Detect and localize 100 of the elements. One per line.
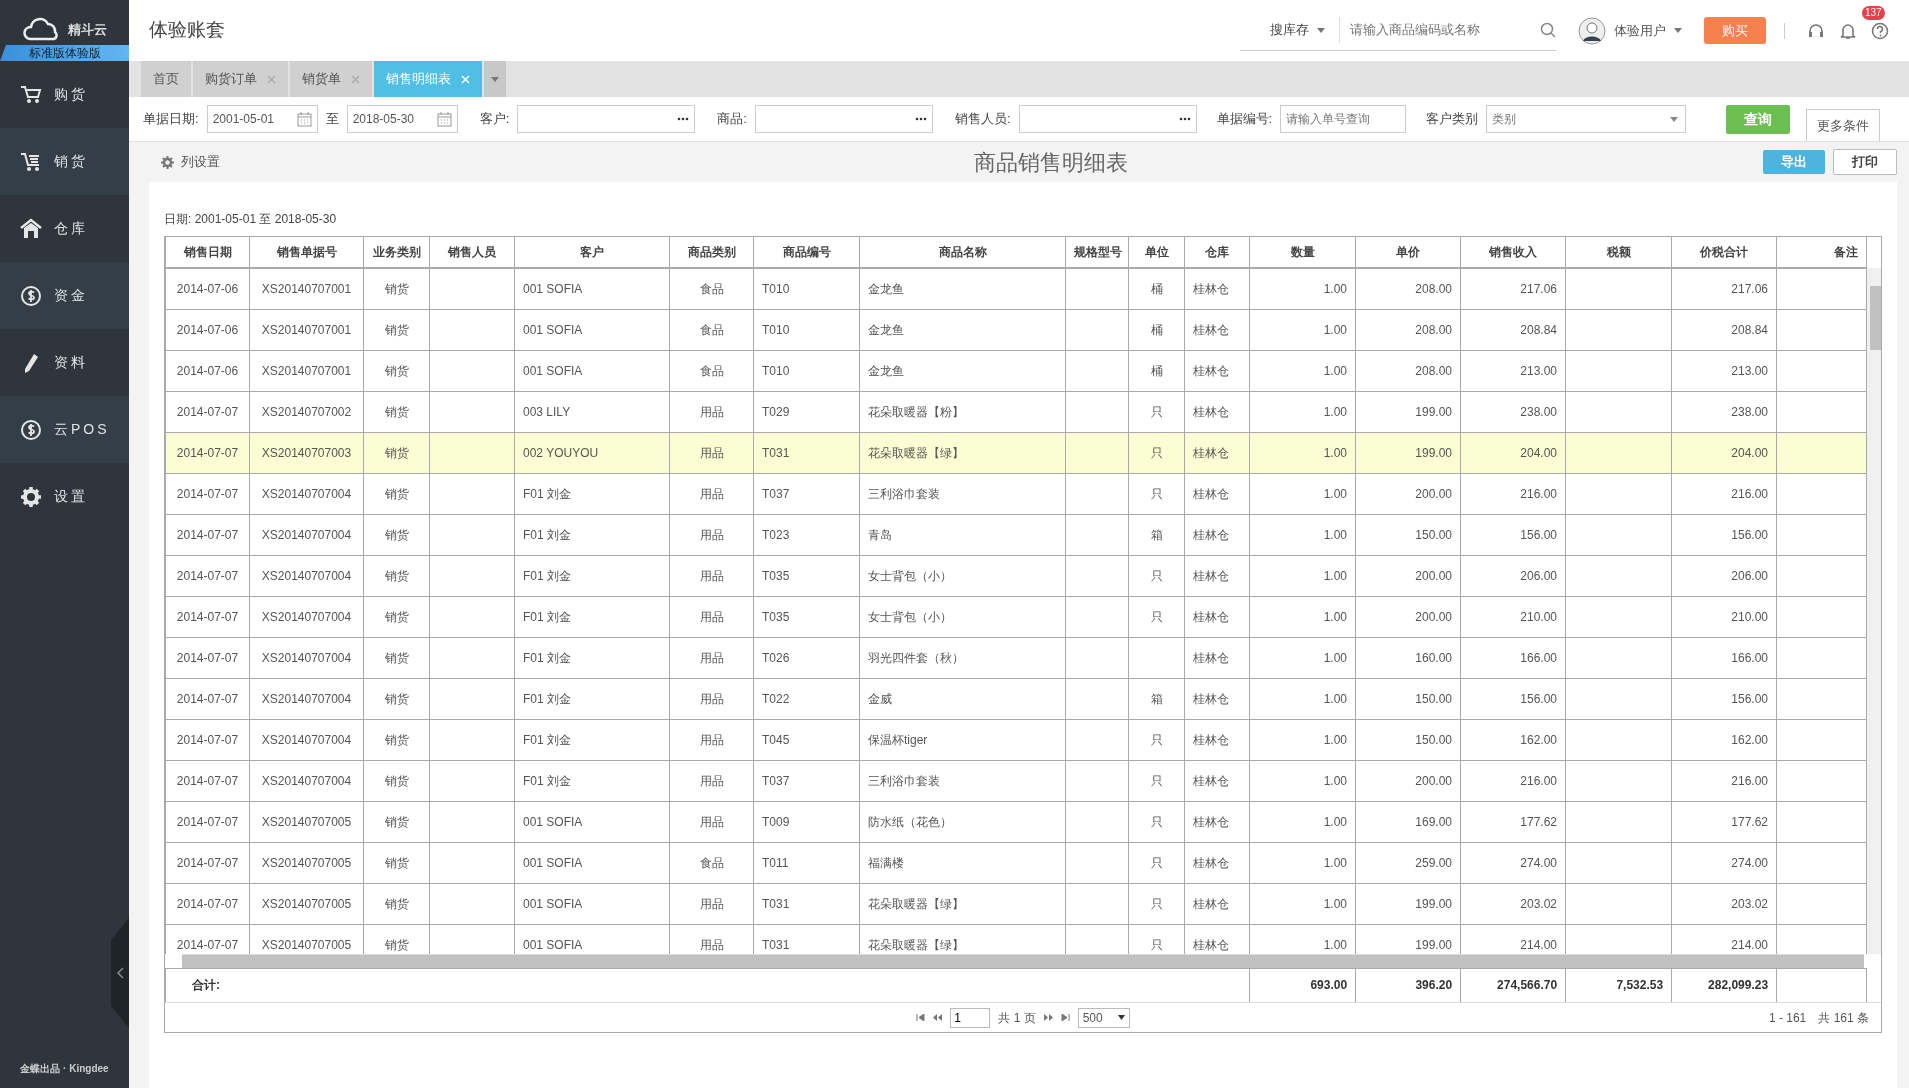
sidebar-item[interactable]: 销货 (0, 128, 129, 195)
table-cell: 156.00 (1460, 678, 1566, 719)
column-header[interactable]: 商品编号 (753, 237, 860, 267)
column-header[interactable]: 业务类别 (363, 237, 430, 267)
table-row[interactable]: 2014-07-07 XS20140707004 销货 F01 刘金 用品 T037 三利浴巾套装 只 桂林仓 1.00 200.00 216.00 216.00 (165, 473, 1867, 514)
column-settings-link[interactable]: 列设置 (161, 152, 220, 172)
table-cell: 用品 (669, 883, 754, 924)
table-cell: 1.00 (1249, 678, 1356, 719)
table-cell: 桂林仓 (1184, 637, 1250, 678)
table-cell: 女士背包（小） (859, 555, 1066, 596)
sidebar-item[interactable]: 仓库 (0, 195, 129, 262)
more-icon[interactable] (914, 117, 927, 121)
sidebar-item[interactable]: 资料 (0, 329, 129, 396)
column-header[interactable]: 仓库 (1184, 237, 1250, 267)
table-row[interactable]: 2014-07-07 XS20140707004 销货 F01 刘金 用品 T045 保温杯tiger 只 桂林仓 1.00 150.00 162.00 162.00 (165, 719, 1867, 760)
column-header[interactable]: 销售人员 (429, 237, 515, 267)
print-button[interactable]: 打印 (1833, 149, 1897, 175)
category-select[interactable]: 类别 (1486, 105, 1687, 133)
horizontal-scrollbar[interactable] (182, 953, 1864, 968)
table-cell: 三利浴巾套装 (859, 473, 1066, 514)
column-header[interactable]: 税额 (1565, 237, 1672, 267)
table-cell: XS20140707005 (249, 801, 364, 842)
total-cell: 693.00 (1249, 968, 1356, 1002)
table-cell: T010 (753, 350, 860, 391)
column-header[interactable]: 商品名称 (859, 237, 1066, 267)
bell-icon[interactable] (1839, 21, 1857, 40)
table-row[interactable]: 2014-07-07 XS20140707004 销货 F01 刘金 用品 T026 羽光四件套（秋） 桂林仓 1.00 160.00 166.00 166.00 (165, 637, 1867, 678)
more-conditions-tab[interactable]: 更多条件 (1806, 108, 1881, 141)
sidebar-item[interactable]: 资金 (0, 262, 129, 329)
table-cell: 只 (1128, 842, 1185, 883)
column-header[interactable]: 销售单据号 (249, 237, 364, 267)
table-cell: F01 刘金 (514, 678, 670, 719)
picker-field[interactable] (517, 105, 696, 133)
column-header[interactable]: 数量 (1249, 237, 1356, 267)
sidebar-item[interactable]: 购货 (0, 61, 129, 128)
date-field[interactable]: 2018-05-30 (346, 105, 458, 133)
table-row[interactable]: 2014-07-06 XS20140707001 销货 001 SOFIA 食品 T010 金龙鱼 桶 桂林仓 1.00 208.00 213.00 213.00 (165, 350, 1867, 391)
date-field[interactable]: 2001-05-01 (206, 105, 318, 133)
column-header[interactable]: 销售收入 (1460, 237, 1566, 267)
table-cell: 只 (1128, 432, 1185, 473)
table-cell: 销货 (363, 719, 430, 760)
table-row[interactable]: 2014-07-07 XS20140707005 销货 001 SOFIA 用品 T031 花朵取暖器【绿】 只 桂林仓 1.00 199.00 203.02 203.02 (165, 883, 1867, 924)
table-row[interactable]: 2014-07-07 XS20140707004 销货 F01 刘金 用品 T035 女士背包（小） 只 桂林仓 1.00 200.00 210.00 210.00 (165, 596, 1867, 637)
table-cell: 食品 (669, 309, 754, 350)
tab[interactable]: 购货订单 (193, 61, 288, 97)
column-header[interactable]: 备注 (1776, 237, 1867, 267)
page-count: 共 1 页 (998, 1009, 1036, 1027)
more-icon[interactable] (677, 117, 690, 121)
picker-field[interactable] (1018, 105, 1197, 133)
table-cell: 150.00 (1355, 514, 1461, 555)
column-header[interactable]: 单位 (1128, 237, 1185, 267)
table-row[interactable]: 2014-07-07 XS20140707004 销货 F01 刘金 用品 T035 女士背包（小） 只 桂林仓 1.00 200.00 206.00 206.00 (165, 555, 1867, 596)
user-menu[interactable]: 体验用户 (1578, 16, 1682, 45)
column-header[interactable]: 销售日期 (165, 237, 250, 267)
table-row[interactable]: 2014-07-07 XS20140707004 销货 F01 刘金 用品 T023 青岛 箱 桂林仓 1.00 150.00 156.00 156.00 (165, 514, 1867, 555)
sidebar-item[interactable]: 设置 (0, 463, 129, 530)
table-row[interactable]: 2014-07-07 XS20140707003 销货 002 YOUYOU 用品 T031 花朵取暖器【绿】 只 桂林仓 1.00 199.00 204.00 204.00 (165, 432, 1867, 473)
table-cell: 只 (1128, 760, 1185, 801)
table-cell: 只 (1128, 596, 1185, 637)
table-cell: 食品 (669, 350, 754, 391)
more-icon[interactable] (1178, 117, 1191, 121)
table-cell: 金龙鱼 (859, 309, 1066, 350)
column-header[interactable]: 规格型号 (1065, 237, 1129, 267)
table-row[interactable]: 2014-07-07 XS20140707004 销货 F01 刘金 用品 T022 金威 箱 桂林仓 1.00 150.00 156.00 156.00 (165, 678, 1867, 719)
tab[interactable]: 销货单 (290, 61, 372, 97)
avatar-icon (1578, 16, 1606, 45)
table-row[interactable]: 2014-07-06 XS20140707001 销货 001 SOFIA 食品 T010 金龙鱼 桶 桂林仓 1.00 208.00 208.84 208.84 (165, 309, 1867, 350)
help-icon[interactable] (1871, 21, 1889, 40)
table-row[interactable]: 2014-07-06 XS20140707001 销货 001 SOFIA 食品 T010 金龙鱼 桶 桂林仓 1.00 208.00 217.06 217.06 (165, 268, 1867, 309)
table-cell: F01 刘金 (514, 760, 670, 801)
next-page-icon[interactable] (1043, 1014, 1053, 1021)
column-header[interactable]: 单价 (1355, 237, 1461, 267)
table-row[interactable]: 2014-07-07 XS20140707005 销货 001 SOFIA 食品 T011 福满楼 只 桂林仓 1.00 259.00 274.00 274.00 (165, 842, 1867, 883)
page-field[interactable]: 1 (950, 1007, 991, 1028)
table-cell: 2014-07-07 (165, 432, 250, 473)
column-header[interactable]: 客户 (514, 237, 670, 267)
table-cell: 156.00 (1671, 678, 1777, 719)
column-header[interactable]: 商品类别 (669, 237, 754, 267)
table-cell: 用品 (669, 801, 754, 842)
vertical-scrollbar[interactable] (1867, 267, 1881, 954)
tab-list-dropdown[interactable] (484, 61, 506, 97)
page-size-select[interactable]: 500 (1077, 1007, 1130, 1028)
edition-label: 标准版体验版 (0, 45, 129, 61)
tab[interactable]: 首页 (141, 61, 191, 97)
picker-field[interactable] (754, 105, 933, 133)
table-cell: 金龙鱼 (859, 350, 1066, 391)
number-field[interactable]: 请输入单号查询 (1280, 105, 1407, 133)
column-header[interactable]: 价税合计 (1671, 237, 1777, 267)
search-icon[interactable] (1540, 22, 1556, 38)
table-row[interactable]: 2014-07-07 XS20140707005 销货 001 SOFIA 用品 T009 防水纸（花色） 只 桂林仓 1.00 169.00 177.62 177.62 (165, 801, 1867, 842)
table-cell: 1.00 (1249, 842, 1356, 883)
table-cell: 防水纸（花色） (859, 801, 1066, 842)
table-cell: 销货 (363, 350, 430, 391)
table-row[interactable]: 2014-07-07 XS20140707002 销货 003 LILY 用品 T029 花朵取暖器【粉】 只 桂林仓 1.00 199.00 238.00 238.00 (165, 391, 1867, 432)
last-page-icon[interactable] (1060, 1014, 1070, 1021)
sidebar-item[interactable]: 云POS (0, 396, 129, 463)
previous-page-icon[interactable] (933, 1014, 943, 1021)
headset-icon[interactable] (1807, 21, 1825, 40)
table-row[interactable]: 2014-07-07 XS20140707004 销货 F01 刘金 用品 T037 三利浴巾套装 只 桂林仓 1.00 200.00 216.00 216.00 (165, 760, 1867, 801)
first-page-icon[interactable] (916, 1014, 926, 1021)
